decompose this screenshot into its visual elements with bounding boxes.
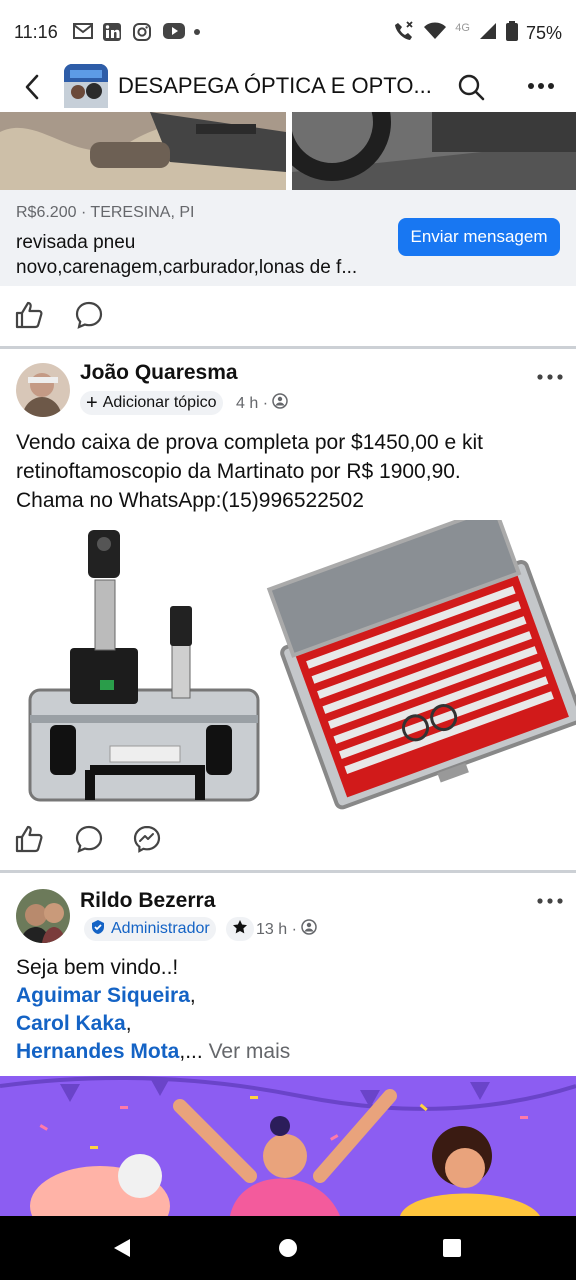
post-meta: 4 h · [236,393,288,414]
group-title[interactable]: DESAPEGA ÓPTICA E OPTO... [118,73,438,99]
add-topic-label: Adicionar tópico [102,394,217,411]
nav-back-icon[interactable] [110,1236,134,1260]
post-header: Rildo Bezerra Administrador 13 h · [0,873,576,953]
system-navigation-bar [0,1216,576,1280]
admin-shield-icon [90,919,106,940]
post-meta: 13 h · [256,919,317,940]
plus-icon: + [86,392,98,414]
messenger-icon[interactable] [132,824,162,854]
youtube-icon [162,22,185,42]
group-header: DESAPEGA ÓPTICA E OPTO... [0,64,576,112]
group-avatar[interactable] [64,64,108,108]
star-icon [232,919,248,940]
nav-recents-icon[interactable] [440,1236,464,1260]
post-text-line: Hernandes Mota,... Ver mais [16,1038,564,1066]
post-body-text: Vendo caixa de prova completa por $1450,… [16,428,564,515]
gmail-icon [72,22,94,42]
like-icon[interactable] [14,300,44,330]
mention-link[interactable]: Carol Kaka [16,1012,126,1035]
status-bar: 11:16 4G 75% [0,0,576,64]
post-author-name[interactable]: Rildo Bezerra [80,889,215,913]
notification-icons [72,22,214,42]
post-text-line: Carol Kaka, [16,1010,564,1038]
star-member-badge[interactable] [226,917,254,941]
wifi-icon [423,21,447,46]
mention-ellipsis: ,... [179,1040,203,1063]
battery-icon [505,21,518,46]
listing-description: revisada pneu novo,carenagem,carburador,… [16,230,386,280]
instagram-icon [132,22,154,42]
welcome-banner-image[interactable] [0,1076,576,1216]
signal-icon [478,21,498,46]
admin-badge[interactable]: Administrador [84,917,216,941]
mention-separator: , [189,984,196,1007]
status-right: 4G 75% [393,20,562,47]
post-author-name[interactable]: João Quaresma [80,361,238,385]
listing-description-line: revisada pneu [16,232,136,253]
listing-photo-wheel[interactable] [273,63,576,190]
status-time: 11:16 [14,22,58,42]
listing-description-line: novo,carenagem,carburador,lonas de f... [16,257,358,278]
see-more-link[interactable]: Ver mais [209,1040,291,1063]
post-text-line: Seja bem vindo..! [16,956,179,979]
network-type: 4G [455,21,470,34]
listing-photo-engine[interactable] [0,112,286,190]
listing-price-location: R$6.200 · TERESINA, PI [16,204,195,221]
comment-icon[interactable] [74,300,104,330]
post-text-line: Chama no WhatsApp:(15)996522502 [16,489,364,512]
avatar[interactable] [16,363,70,417]
post-time: 4 h · [236,394,269,412]
mention-separator: , [125,1012,132,1035]
post-time: 13 h · [256,920,297,938]
post-text-line: retinoftamoscopio da Martinato por R$ 19… [16,460,461,483]
mention-link[interactable]: Hernandes Mota [16,1040,179,1063]
post-options-icon[interactable] [536,893,564,904]
nav-home-icon[interactable] [276,1236,300,1260]
search-icon[interactable] [456,72,486,102]
group-privacy-icon [272,393,288,414]
mention-link[interactable]: Aguimar Siqueira [16,984,190,1007]
post-actions [0,810,576,870]
like-icon[interactable] [14,824,44,854]
linkedin-icon [102,22,124,42]
post-body-text: Seja bem vindo..! Aguimar Siqueira, Caro… [16,954,564,1066]
back-arrow-icon[interactable] [18,72,48,102]
post-options-icon[interactable] [536,369,564,380]
post-text-line: Aguimar Siqueira, [16,982,564,1010]
marketplace-listing-info[interactable]: R$6.200 · TERESINA, PI revisada pneu nov… [0,190,576,286]
more-notifications-dot-icon [192,22,214,42]
more-options-icon[interactable] [526,74,556,98]
post-text-line: Vendo caixa de prova completa por $1450,… [16,431,483,454]
post-image-retinoscope-kit[interactable] [0,504,576,812]
group-privacy-icon [301,919,317,940]
add-topic-button[interactable]: + Adicionar tópico [80,391,223,415]
battery-percent: 75% [525,23,562,43]
admin-badge-label: Administrador [111,920,210,937]
post-actions [0,286,576,346]
listing-photos[interactable] [0,63,576,190]
avatar[interactable] [16,889,70,943]
comment-icon[interactable] [74,824,104,854]
send-message-button[interactable]: Enviar mensagem [398,218,560,256]
post-header: João Quaresma + Adicionar tópico 4 h · [0,349,576,429]
call-icon [393,20,415,47]
post-images[interactable] [0,504,576,812]
